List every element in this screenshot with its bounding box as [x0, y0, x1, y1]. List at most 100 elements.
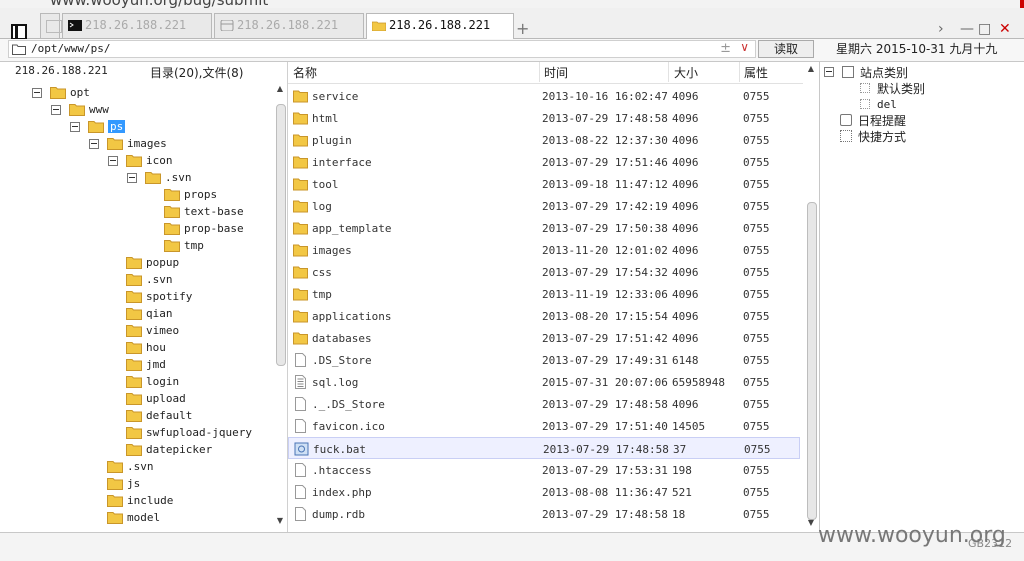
table-row[interactable]: app_template 2013-07-29 17:50:38 4096 0755: [288, 217, 800, 239]
tree-scrollbar[interactable]: ▲ ▼: [275, 84, 286, 530]
tree-node[interactable]: swfupload-jquery: [108, 424, 252, 441]
tree-node[interactable]: upload: [108, 390, 186, 407]
table-row[interactable]: tmp 2013-11-19 12:33:06 4096 0755: [288, 283, 800, 305]
tree-node[interactable]: jmd: [108, 356, 166, 373]
tree-node[interactable]: .svn: [108, 271, 173, 288]
tree-node[interactable]: datepicker: [108, 441, 212, 458]
minimize-icon[interactable]: —: [960, 21, 974, 37]
tree-node[interactable]: .svn: [89, 458, 154, 475]
reminder-node[interactable]: 日程提醒: [840, 112, 906, 128]
tree-node[interactable]: opt: [32, 84, 90, 101]
column-divider[interactable]: [739, 62, 740, 82]
column-permission[interactable]: 属性: [744, 64, 768, 81]
list-scrollbar[interactable]: ▲ ▼: [806, 62, 818, 532]
folder-icon: [107, 478, 123, 490]
column-divider[interactable]: [668, 62, 669, 82]
table-row[interactable]: .htaccess 2013-07-29 17:53:31 198 0755: [288, 459, 800, 481]
scroll-up-icon[interactable]: ▲: [275, 84, 285, 93]
file-time: 2013-07-29 17:51:40: [542, 420, 668, 433]
scrollbar-thumb[interactable]: [276, 104, 286, 366]
scroll-up-icon[interactable]: ▲: [806, 64, 816, 73]
chevron-down-icon[interactable]: ∨: [740, 40, 749, 54]
file-size: 4096: [672, 222, 699, 235]
table-row[interactable]: html 2013-07-29 17:48:58 4096 0755: [288, 107, 800, 129]
table-row[interactable]: log 2013-07-29 17:42:19 4096 0755: [288, 195, 800, 217]
table-row[interactable]: css 2013-07-29 17:54:32 4096 0755: [288, 261, 800, 283]
tree-node[interactable]: qian: [108, 305, 173, 322]
column-time[interactable]: 时间: [544, 64, 568, 81]
tree-node[interactable]: vimeo: [108, 322, 179, 339]
tree-node[interactable]: props: [146, 186, 217, 203]
column-size[interactable]: 大小: [674, 64, 698, 81]
read-button[interactable]: 读取: [758, 40, 814, 58]
tab-blank[interactable]: [40, 13, 62, 38]
scroll-down-icon[interactable]: ▼: [275, 516, 285, 525]
table-row[interactable]: applications 2013-08-20 17:15:54 4096 0755: [288, 305, 800, 327]
table-row[interactable]: interface 2013-07-29 17:51:46 4096 0755: [288, 151, 800, 173]
path-input[interactable]: /opt/www/ps/ ± ∨: [8, 40, 756, 58]
del-node[interactable]: del: [860, 96, 897, 112]
scroll-down-icon[interactable]: ▼: [806, 518, 816, 527]
default-category-node[interactable]: 默认类别: [860, 80, 925, 96]
file-size: 4096: [672, 244, 699, 257]
tree-node[interactable]: include: [89, 492, 173, 509]
file-size: 37: [673, 443, 687, 456]
tree-node[interactable]: spotify: [108, 288, 192, 305]
table-row[interactable]: favicon.ico 2013-07-29 17:51:40 14505 0755: [288, 415, 800, 437]
chevron-right-icon[interactable]: ›: [938, 21, 944, 37]
folder-icon: [126, 274, 142, 286]
add-tab-button[interactable]: +: [516, 21, 529, 37]
table-row[interactable]: .DS_Store 2013-07-29 17:49:31 6148 0755: [288, 349, 800, 371]
file-permission: 0755: [743, 134, 770, 147]
file-time: 2015-07-31 20:07:06: [542, 376, 668, 389]
panel-toggle-icon[interactable]: [11, 24, 27, 40]
tree-node[interactable]: js: [89, 475, 140, 492]
file-name: css: [312, 266, 332, 279]
table-row[interactable]: sql.log 2015-07-31 20:07:06 65958948 0755: [288, 371, 800, 393]
collapse-icon[interactable]: [51, 104, 61, 115]
site-category-node[interactable]: 站点类别: [824, 64, 908, 80]
shortcut-node[interactable]: 快捷方式: [840, 128, 906, 144]
tree-node[interactable]: icon: [108, 152, 173, 169]
file-size: 6148: [672, 354, 699, 367]
tree-node[interactable]: text-base: [146, 203, 244, 220]
table-row[interactable]: index.php 2013-08-08 11:36:47 521 0755: [288, 481, 800, 503]
table-row[interactable]: databases 2013-07-29 17:51:42 4096 0755: [288, 327, 800, 349]
table-row[interactable]: dump.rdb 2013-07-29 17:48:58 18 0755: [288, 503, 800, 525]
tree-node[interactable]: hou: [108, 339, 166, 356]
collapse-icon[interactable]: [108, 155, 118, 166]
file-size: 18: [672, 508, 686, 521]
tab-file-manager[interactable]: 218.26.188.221: [366, 13, 514, 39]
tab-database[interactable]: 218.26.188.221: [214, 13, 364, 38]
tree-node[interactable]: model: [89, 509, 160, 526]
tree-node[interactable]: login: [108, 373, 179, 390]
tree-node[interactable]: www: [51, 101, 109, 118]
tree-node[interactable]: ps: [70, 118, 126, 135]
tree-node[interactable]: tmp: [146, 237, 204, 254]
maximize-icon[interactable]: □: [978, 21, 991, 37]
table-row[interactable]: fuck.bat 2013-07-29 17:48:58 37 0755: [288, 437, 800, 459]
collapse-icon[interactable]: [824, 67, 834, 77]
table-row[interactable]: service 2013-10-16 16:02:47 4096 0755: [288, 85, 800, 107]
collapse-icon[interactable]: [89, 138, 99, 149]
file-time: 2013-08-08 11:36:47: [542, 486, 668, 499]
table-row[interactable]: ._.DS_Store 2013-07-29 17:48:58 4096 0755: [288, 393, 800, 415]
scrollbar-thumb[interactable]: [807, 202, 817, 520]
column-name[interactable]: 名称: [293, 64, 317, 81]
collapse-icon[interactable]: [32, 87, 42, 98]
table-row[interactable]: images 2013-11-20 12:01:02 4096 0755: [288, 239, 800, 261]
tab-terminal[interactable]: 218.26.188.221: [62, 13, 212, 38]
table-row[interactable]: plugin 2013-08-22 12:37:30 4096 0755: [288, 129, 800, 151]
collapse-icon[interactable]: [127, 172, 137, 183]
tree-node[interactable]: images: [89, 135, 167, 152]
tree-node[interactable]: default: [108, 407, 192, 424]
table-row[interactable]: tool 2013-09-18 11:47:12 4096 0755: [288, 173, 800, 195]
tree-node[interactable]: popup: [108, 254, 179, 271]
tree-node[interactable]: .svn: [127, 169, 192, 186]
close-icon[interactable]: ✕: [999, 21, 1011, 37]
tree-node[interactable]: prop-base: [146, 220, 244, 237]
file-time: 2013-10-16 16:02:47: [542, 90, 668, 103]
column-divider[interactable]: [539, 62, 540, 82]
collapse-icon[interactable]: [70, 121, 80, 132]
pin-icon[interactable]: ±: [720, 41, 731, 56]
